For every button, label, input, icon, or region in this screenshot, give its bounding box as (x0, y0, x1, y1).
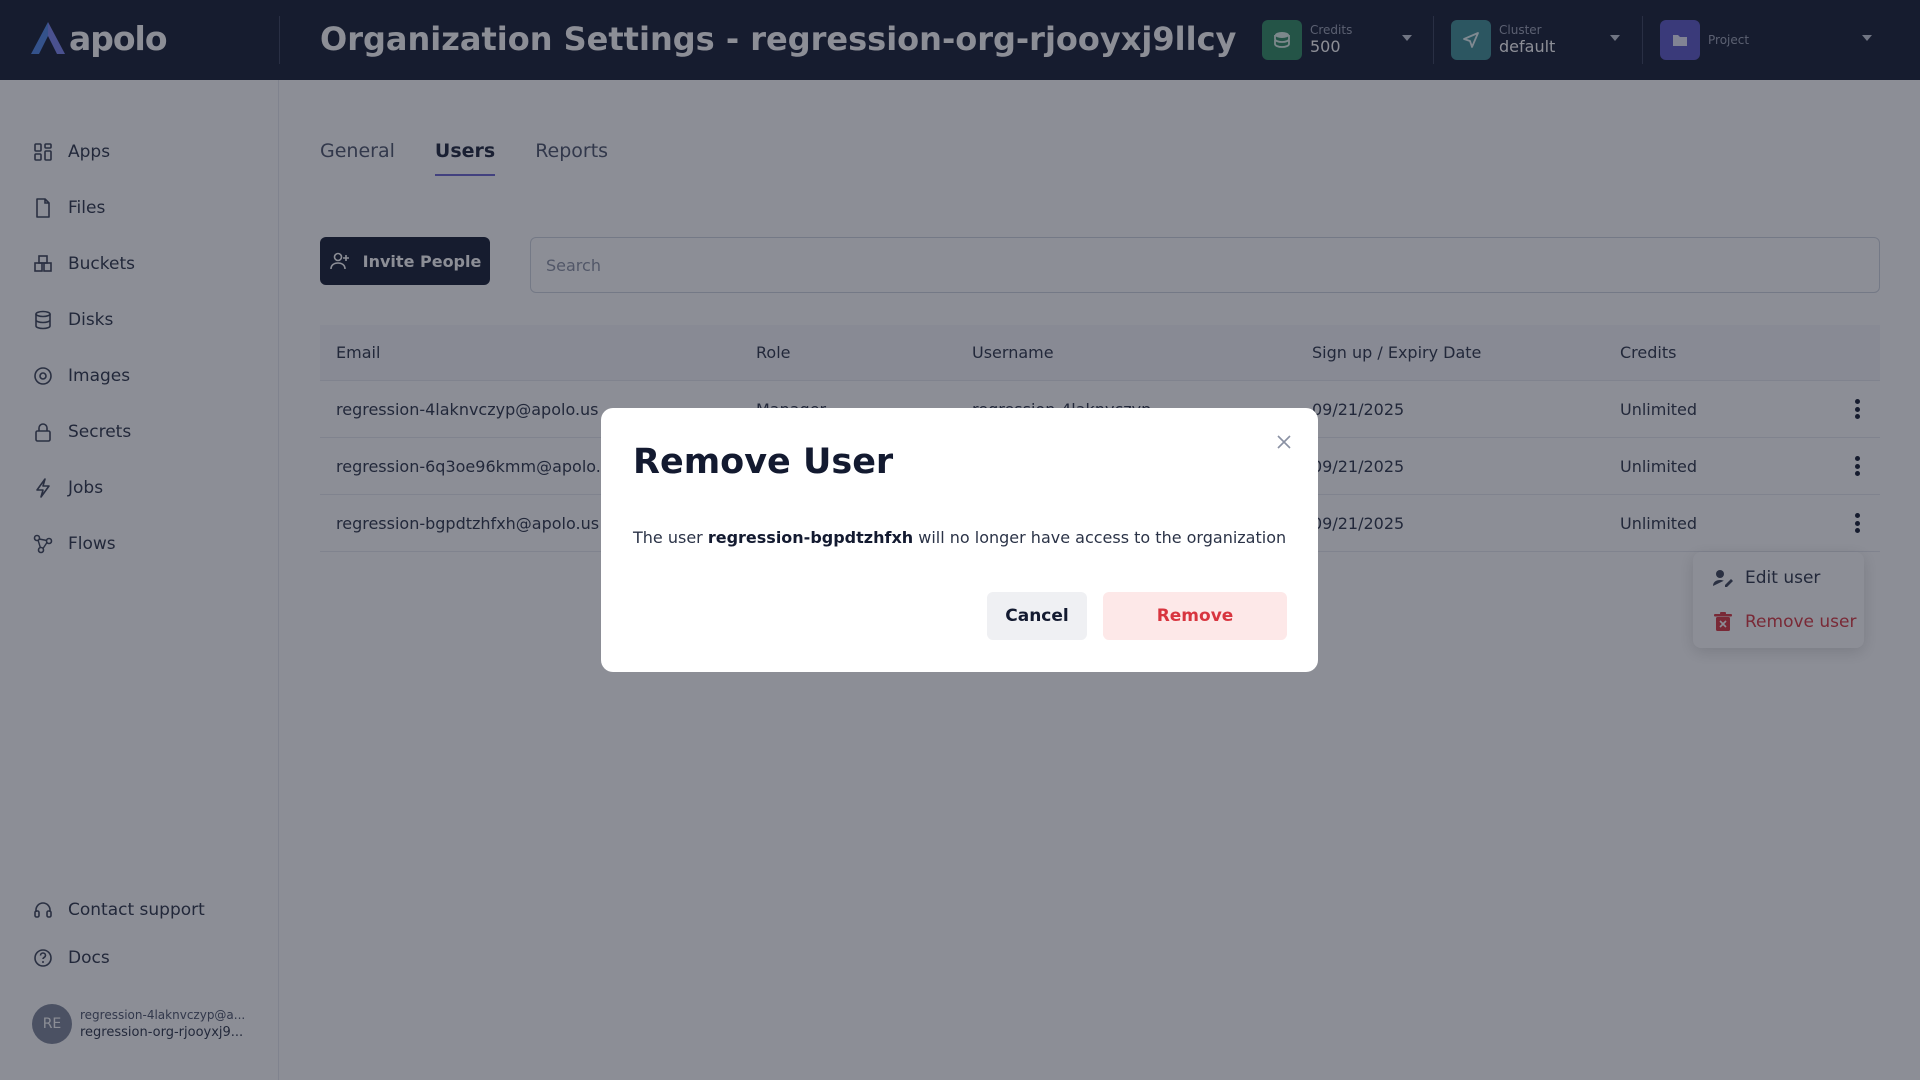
dialog-title: Remove User (633, 442, 894, 482)
dialog-message: The user regression-bgpdtzhfxh will no l… (633, 528, 1286, 547)
remove-button[interactable]: Remove (1103, 592, 1287, 640)
cancel-button[interactable]: Cancel (987, 592, 1087, 640)
dialog-username: regression-bgpdtzhfxh (707, 528, 914, 547)
dialog-message-prefix: The user (633, 528, 708, 547)
close-icon[interactable] (1274, 432, 1294, 452)
dialog-message-suffix: will no longer have access to the organi… (913, 528, 1287, 547)
remove-user-dialog: Remove User The user regression-bgpdtzhf… (601, 408, 1318, 672)
